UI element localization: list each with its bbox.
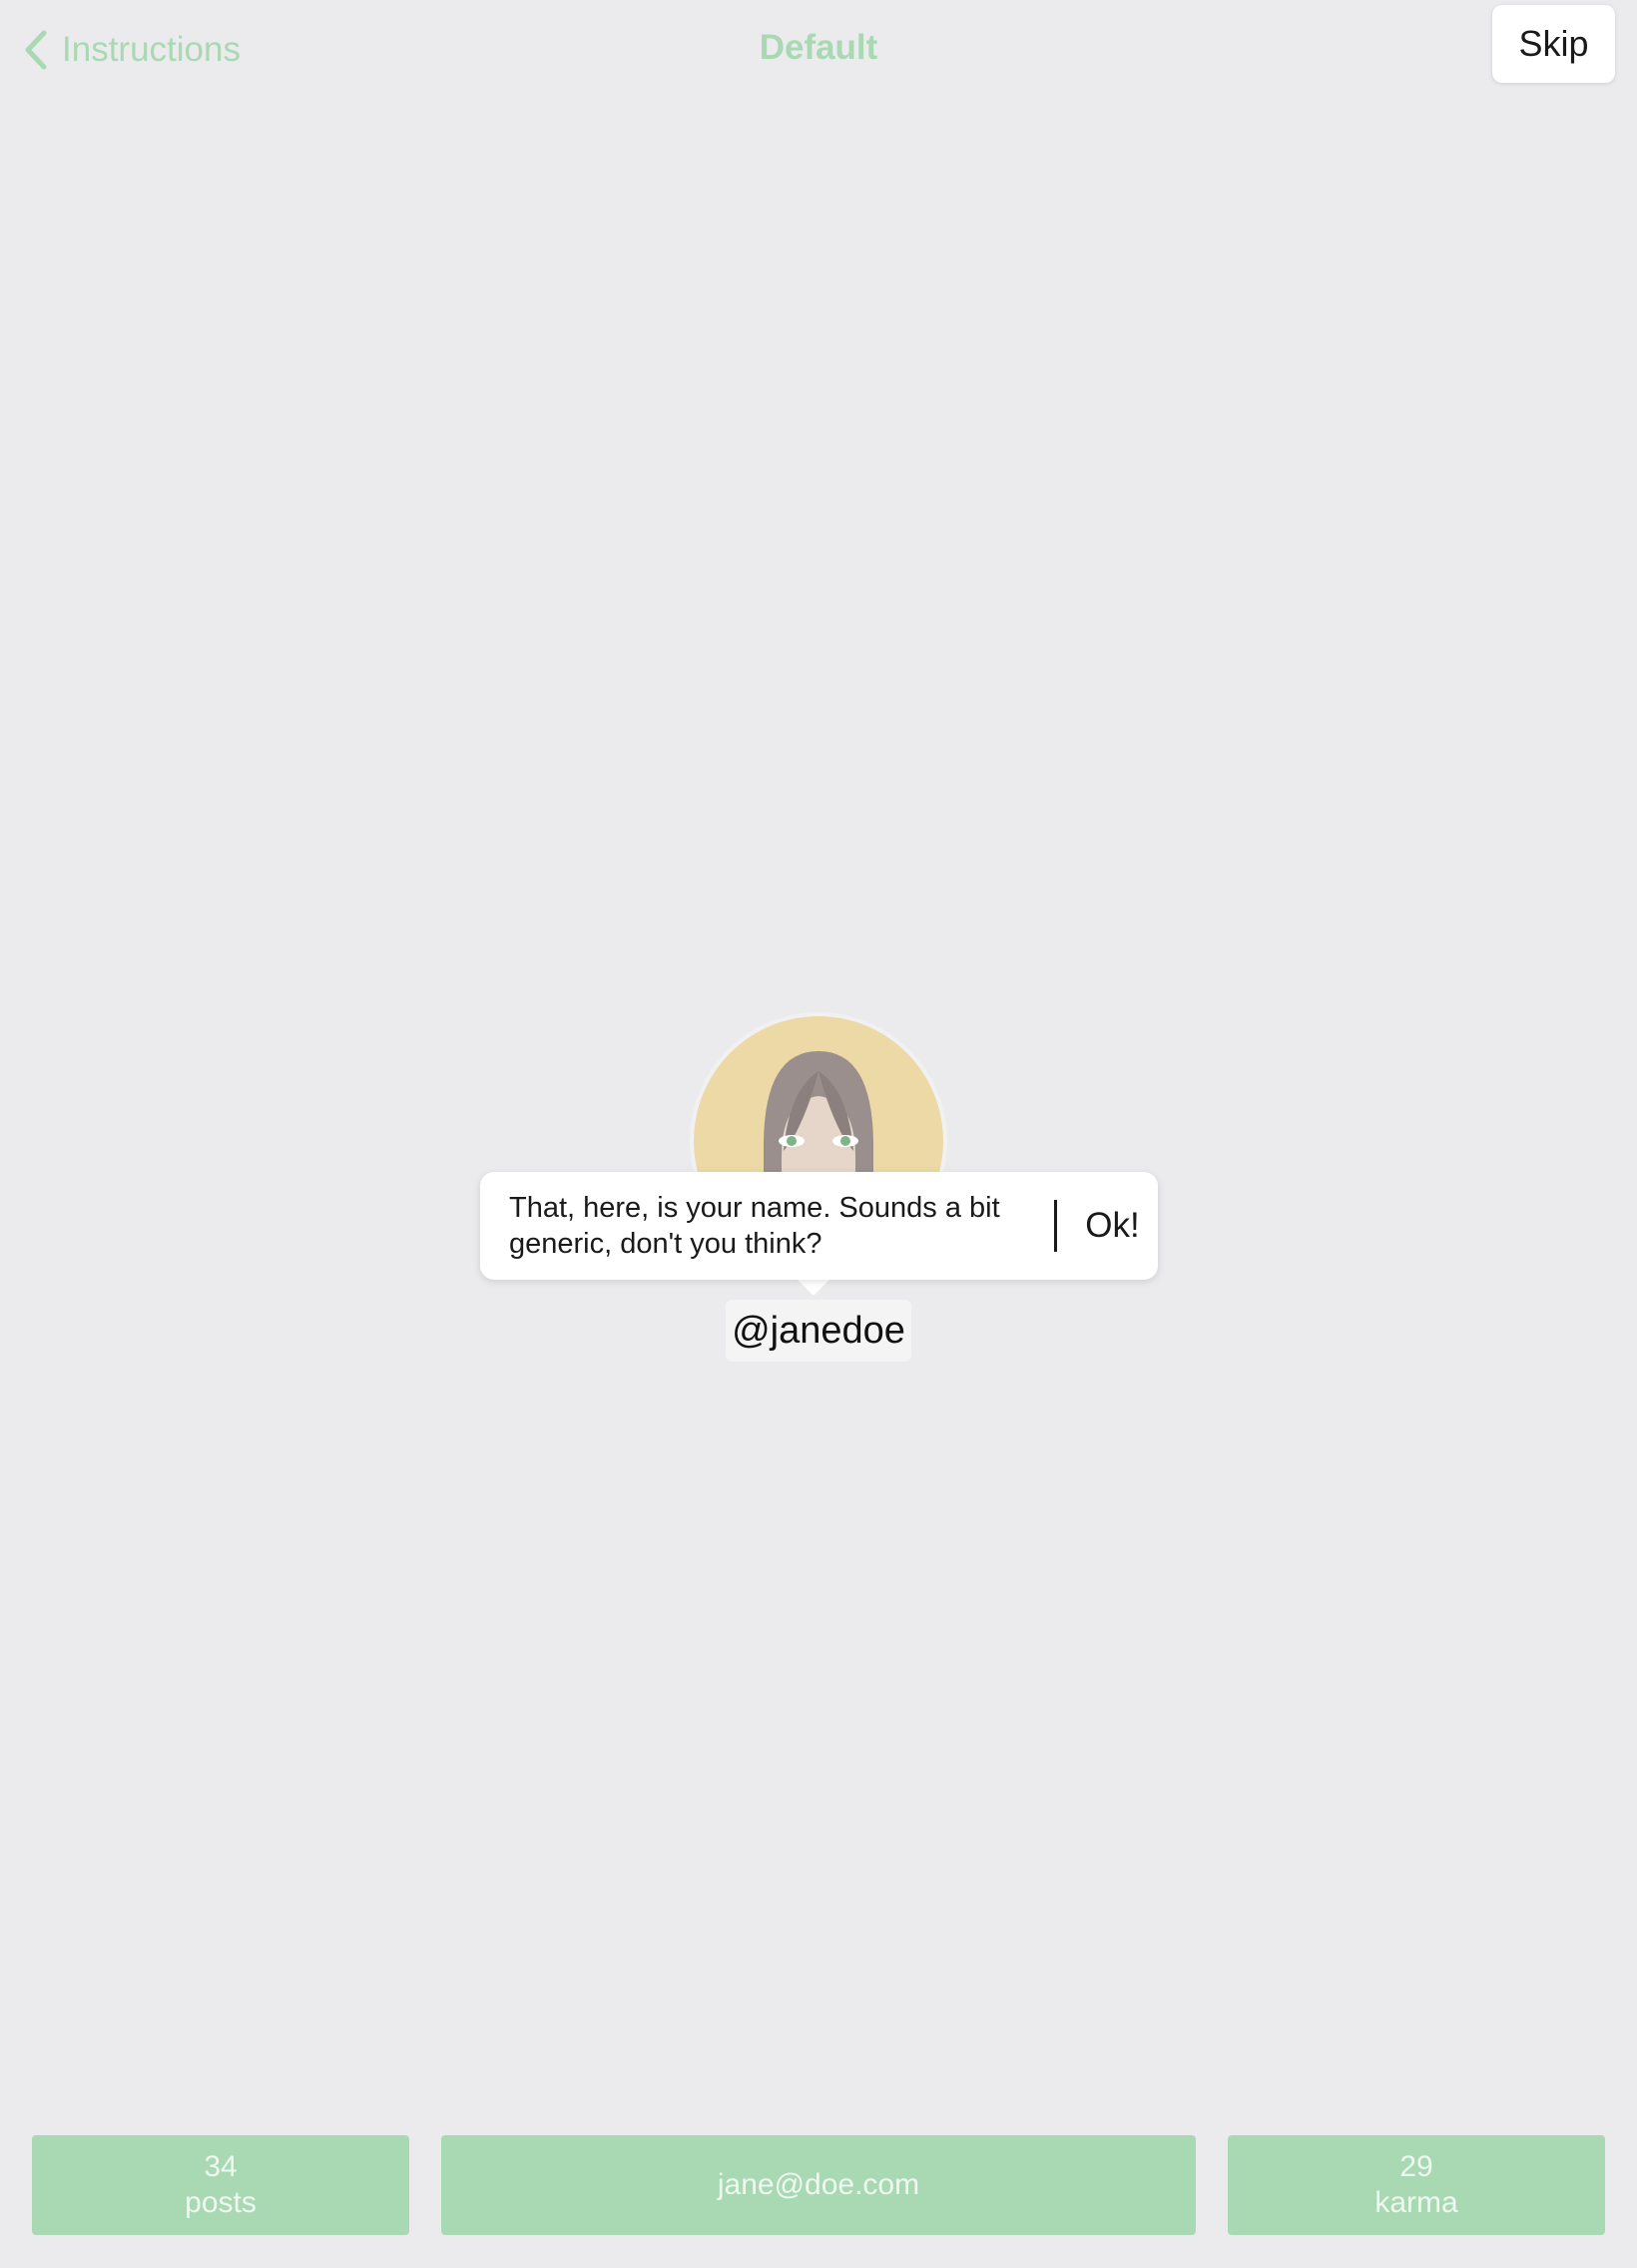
username-label[interactable]: @janedoe <box>726 1300 911 1362</box>
karma-label: karma <box>1374 2186 1458 2219</box>
name-tooltip: That, here, is your name. Sounds a bit g… <box>480 1172 1158 1280</box>
ok-button[interactable]: Ok! <box>1067 1172 1158 1280</box>
email-label: jane@doe.com <box>717 2168 920 2201</box>
tooltip-divider <box>1054 1200 1057 1252</box>
navigation-bar: Instructions Default Skip <box>0 0 1637 110</box>
skip-button[interactable]: Skip <box>1492 5 1615 83</box>
tooltip-message: That, here, is your name. Sounds a bit g… <box>509 1190 1038 1262</box>
email-button[interactable]: jane@doe.com <box>441 2135 1196 2235</box>
page-title: Default <box>759 28 878 67</box>
posts-count: 34 <box>204 2150 238 2183</box>
posts-stat-button[interactable]: 34 posts <box>32 2135 409 2235</box>
karma-count: 29 <box>1399 2150 1433 2183</box>
karma-stat-button[interactable]: 29 karma <box>1228 2135 1605 2235</box>
tooltip-line-2: generic, don't you think? <box>509 1228 822 1260</box>
posts-label: posts <box>185 2186 257 2219</box>
tooltip-line-1: That, here, is your name. Sounds a bit <box>509 1192 1000 1224</box>
